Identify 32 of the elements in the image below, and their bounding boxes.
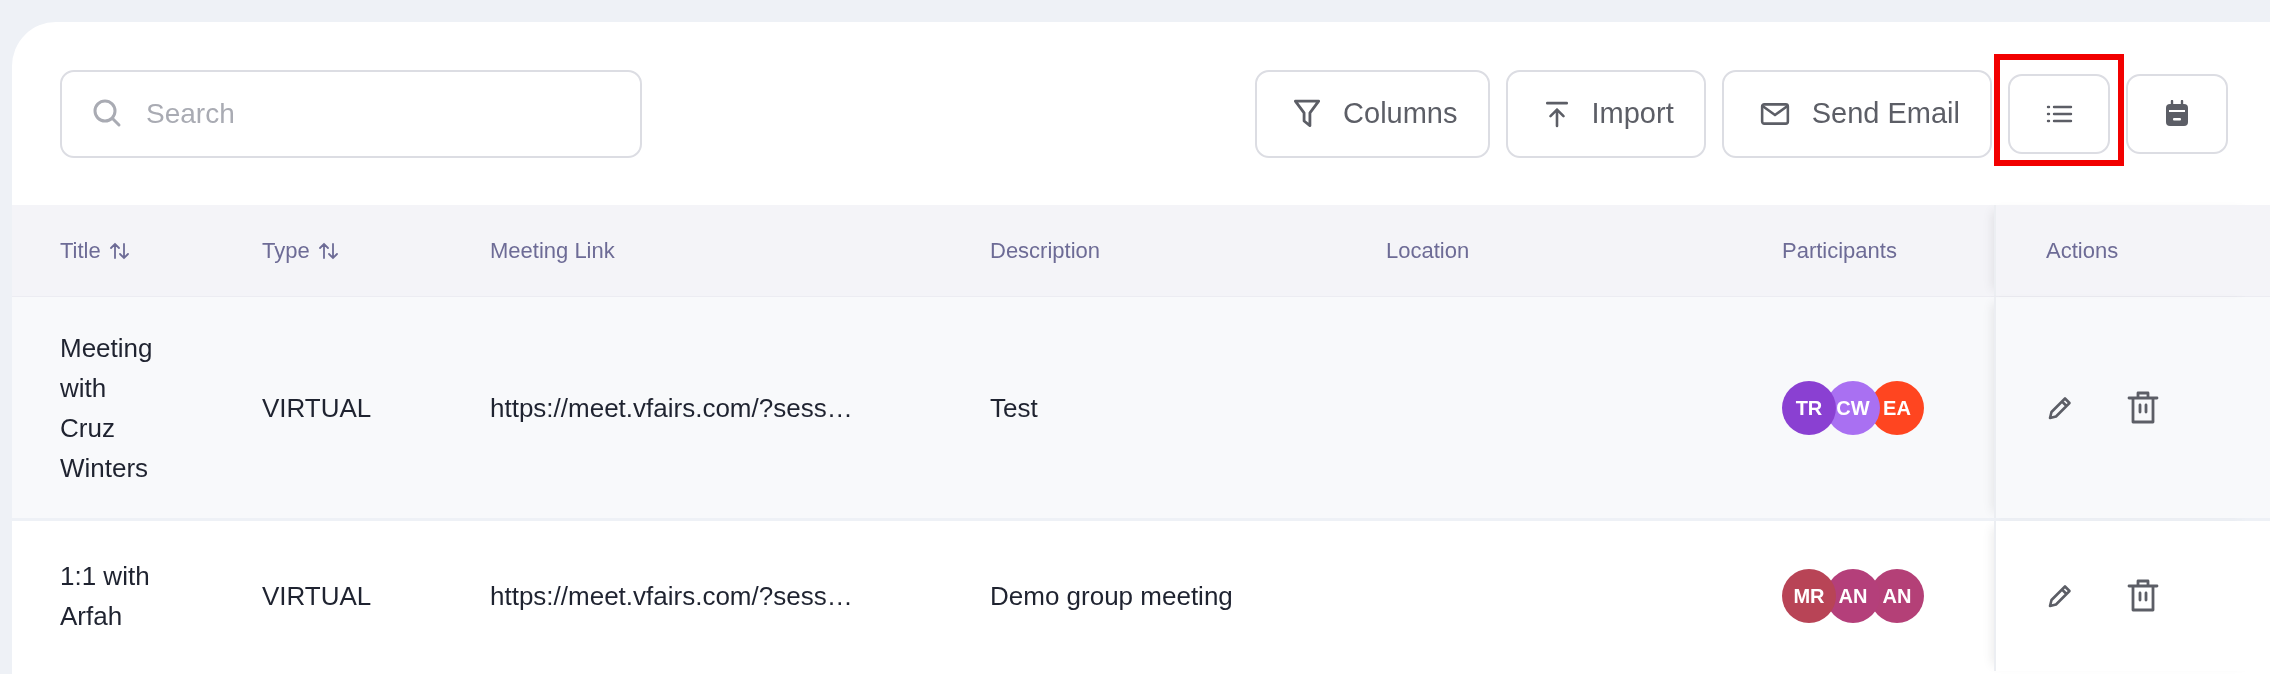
table-cell-text: VIRTUAL	[262, 580, 373, 613]
edit-icon[interactable]	[2046, 582, 2074, 610]
import-button[interactable]: Import	[1505, 70, 1706, 158]
column-header: Meeting Link	[490, 237, 615, 265]
column-header: Actions	[2046, 237, 2119, 265]
funnel-icon	[1293, 98, 1322, 130]
meeting-title: 1:1 with Arfah	[60, 560, 151, 633]
send-email-button[interactable]: Send Email	[1721, 70, 1992, 158]
sort-icon[interactable]	[317, 240, 340, 261]
calendar-view-button[interactable]	[2126, 74, 2228, 154]
avatar: MR	[1782, 569, 1836, 623]
list-icon	[2045, 104, 2073, 124]
meeting-title: Meeting with Cruz Winters	[60, 331, 154, 485]
sort-header[interactable]: Type	[262, 234, 310, 267]
table-cell-text: Demo group meeting	[990, 580, 1234, 613]
avatar: TR	[1782, 380, 1836, 435]
column-header: Location	[1386, 237, 1470, 265]
upload-icon	[1543, 99, 1570, 129]
columns-button[interactable]: Columns	[1255, 70, 1490, 158]
column-header: Description	[990, 237, 1101, 265]
sort-icon[interactable]	[108, 240, 131, 261]
meeting-link[interactable]: https://meet.vfairs.com/?sess…	[490, 392, 853, 423]
table-cell-text: Test	[990, 391, 1039, 425]
delete-icon[interactable]	[2126, 389, 2160, 426]
calendar-icon	[2164, 100, 2190, 128]
search-field[interactable]: Search	[60, 70, 642, 158]
column-header: Participants	[1782, 237, 1897, 265]
delete-icon[interactable]	[2126, 578, 2160, 614]
envelope-icon	[1759, 102, 1790, 126]
meeting-link[interactable]: https://meet.vfairs.com/?sess…	[490, 581, 853, 611]
table-cell-text: VIRTUAL	[262, 391, 373, 425]
sort-header[interactable]: Title	[60, 234, 101, 267]
